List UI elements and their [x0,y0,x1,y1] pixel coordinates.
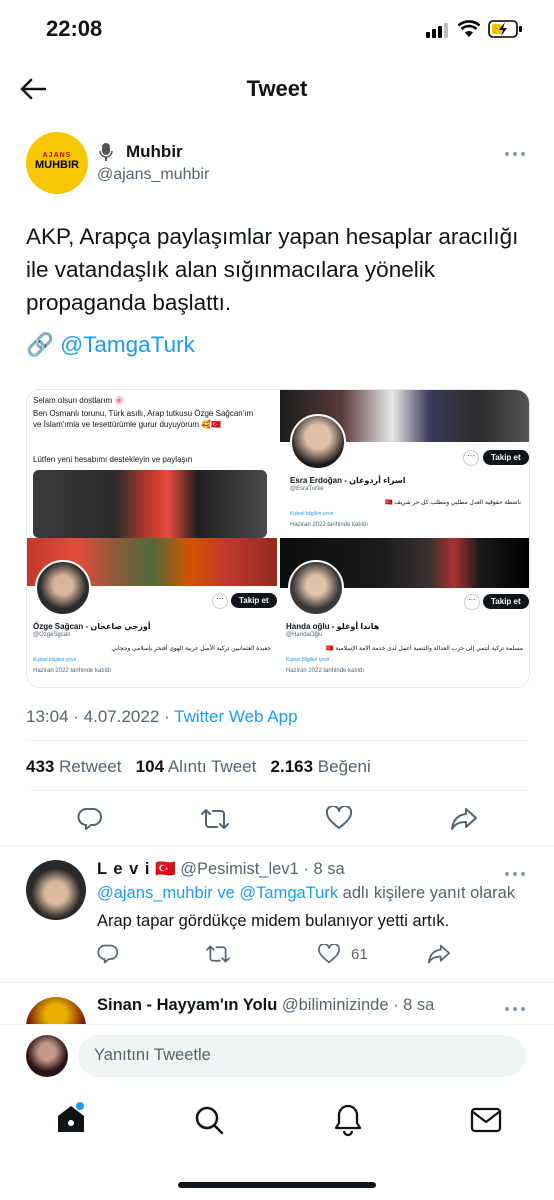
tweet-meta: 13:04 · 4.07.2022 · Twitter Web App [26,707,298,727]
reply-author-name: L e v i [97,860,151,878]
author-handle[interactable]: @ajans_muhbir [97,166,209,184]
reply2-avatar[interactable] [26,997,86,1025]
bottom-nav [0,1090,554,1200]
panel1-line3: Lütfen yeni hesabımı destekleyin ve payl… [33,455,193,464]
wifi-icon [457,20,481,38]
replying-to-suffix: adlı kişilere yanıt olarak [338,884,516,902]
reply-avatar[interactable] [26,860,86,920]
more-icon[interactable] [503,146,527,156]
reply-retweet-icon[interactable] [205,943,231,970]
panel3-bio: حفيدة العثمانيين تركية الأصل عربية الهوى… [111,646,271,652]
reply-author[interactable]: L e v i 🇹🇷 @Pesimist_lev1 · 8 sa [97,860,345,879]
notifications-icon[interactable] [332,1103,364,1142]
panel4-handle: @HandaOğlu [286,632,323,638]
panel4-translate: Kişisel bilgileri çevir [286,657,330,663]
panel4-follow-button: Takip et [483,594,529,609]
tweet-source[interactable]: Twitter Web App [174,707,297,726]
panel3-more-icon: ··· [212,593,228,609]
action-bar [0,800,554,840]
panel3-name: Özge Sağcan - أوزجي صاغجان [33,622,151,631]
panel2-name: Esra Erdoğan - اسراء أردوغان [290,476,406,485]
tweet-media[interactable]: Selam olsun dostlarım 🌸 Ben Osmanlı toru… [26,389,530,688]
reply-text: Arap tapar gördükçe midem bulanıyor yett… [97,912,450,930]
media-panel-3: ··· Takip et Özge Sağcan - أوزجي صاغجان … [27,538,277,687]
panel4-bio: مسلمة تركية أنتمي إلى حزب العدالة والتنم… [326,646,523,652]
panel3-handle: @OzgeSgcan [33,632,71,638]
tweet-link[interactable]: 🔗 @TamgaTurk [26,332,195,358]
panel2-handle: @EsraTurke [290,486,324,492]
reply2-more-icon[interactable] [503,1001,527,1019]
status-time: 22:08 [46,16,103,41]
divider [26,740,528,741]
panel1-line2: Ben Osmanlı torunu, Türk asıllı, Arap tu… [33,409,254,429]
reply-reply-icon[interactable] [97,943,119,970]
media-panel-1: Selam olsun dostlarım 🌸 Ben Osmanlı toru… [27,390,277,538]
retweet-count[interactable]: 433 Retweet [26,757,121,776]
composer-avatar[interactable] [26,1035,68,1077]
panel3-avatar [35,560,91,616]
share-icon[interactable] [450,806,478,837]
panel3-translate: Kişisel bilgileri çevir [33,657,77,663]
panel4-avatar [288,560,344,616]
panel2-avatar [290,414,346,470]
header: Tweet [0,60,554,120]
media-panel-4: ··· Takip et Handa oğlu - هاندا أوغلو @H… [280,538,529,687]
panel2-more-icon: ··· [463,450,479,466]
reply-tweet-2[interactable]: Sinan - Hayyam'ın Yolu @biliminizinde · … [0,983,554,1025]
reply-share-icon[interactable] [427,943,451,970]
battery-icon [488,19,524,39]
link-icon: 🔗 [26,332,55,357]
status-bar: 22:08 [0,0,554,60]
author-name[interactable]: Muhbir [126,142,183,162]
messages-icon[interactable] [470,1106,502,1139]
reply-like-count: 61 [351,946,368,963]
avatar-logo-main: MUHBIR [35,159,79,171]
panel3-joined: Haziran 2022 tarihinde katıldı [33,668,112,674]
reply-more-icon[interactable] [503,866,527,884]
home-indicator [178,1182,376,1188]
avatar-logo-top: AJANS [42,152,72,159]
media-panel-2: ··· Takip et Esra Erdoğan - اسراء أردوغا… [280,390,529,535]
reply-time: · 8 sa [303,860,345,878]
panel2-bio: ناشطة حقوقية العدل مطلبي ومطلب كل حر شري… [385,500,521,506]
reply-input[interactable]: Yanıtını Tweetle [78,1035,526,1077]
retweet-icon[interactable] [200,806,230,837]
panel2-follow-button: Takip et [483,450,529,465]
reply-tweet[interactable]: L e v i 🇹🇷 @Pesimist_lev1 · 8 sa @ajans_… [0,846,554,981]
like-icon[interactable] [325,804,353,835]
panel4-more-icon: ··· [464,594,480,610]
replying-to-mentions[interactable]: @ajans_muhbir ve @TamgaTurk [97,884,338,902]
reply-author-handle: @Pesimist_lev1 [180,860,299,878]
like-count[interactable]: 2.163 Beğeni [271,757,371,776]
tweet-stats: 433 Retweet 104 Alıntı Tweet 2.163 Beğen… [26,757,371,777]
tweet-text: AKP, Arapça paylaşımlar yapan hesaplar a… [26,224,519,315]
panel2-translate: Kişisel bilgileri çevir [290,511,334,517]
reply2-author[interactable]: Sinan - Hayyam'ın Yolu @biliminizinde · … [97,996,434,1015]
reply2-time: · 8 sa [393,996,435,1014]
reply-input-placeholder: Yanıtını Tweetle [94,1046,211,1064]
panel4-joined: Haziran 2022 tarihinde katıldı [286,668,365,674]
microphone-icon [97,142,115,162]
tweet-timestamp[interactable]: 13:04 · 4.07.2022 · [26,707,174,726]
home-icon[interactable] [54,1102,88,1141]
reply2-author-name: Sinan - Hayyam'ın Yolu [97,996,278,1014]
panel1-line1: Selam olsun dostlarım 🌸 [33,396,125,405]
reply2-author-handle: @biliminizinde [281,996,389,1014]
panel4-name: Handa oğlu - هاندا أوغلو [286,622,380,631]
replying-to: @ajans_muhbir ve @TamgaTurk adlı kişiler… [97,884,515,903]
quote-count[interactable]: 104 Alıntı Tweet [136,757,257,776]
composer: Yanıtını Tweetle [0,1025,554,1090]
link-mention[interactable]: @TamgaTurk [60,332,195,357]
panel3-follow-button: Takip et [231,593,277,608]
signal-icon [426,22,448,38]
reply-like-icon[interactable] [318,943,340,969]
panel2-joined: Haziran 2022 tarihinde katıldı [290,522,369,528]
divider [26,790,528,791]
search-icon[interactable] [193,1104,225,1141]
page-title: Tweet [246,76,308,101]
reply-author-flag: 🇹🇷 [155,860,176,878]
reply-icon[interactable] [77,806,103,837]
author-avatar[interactable]: AJANS MUHBIR [26,132,88,194]
panel1-photo [33,470,267,538]
